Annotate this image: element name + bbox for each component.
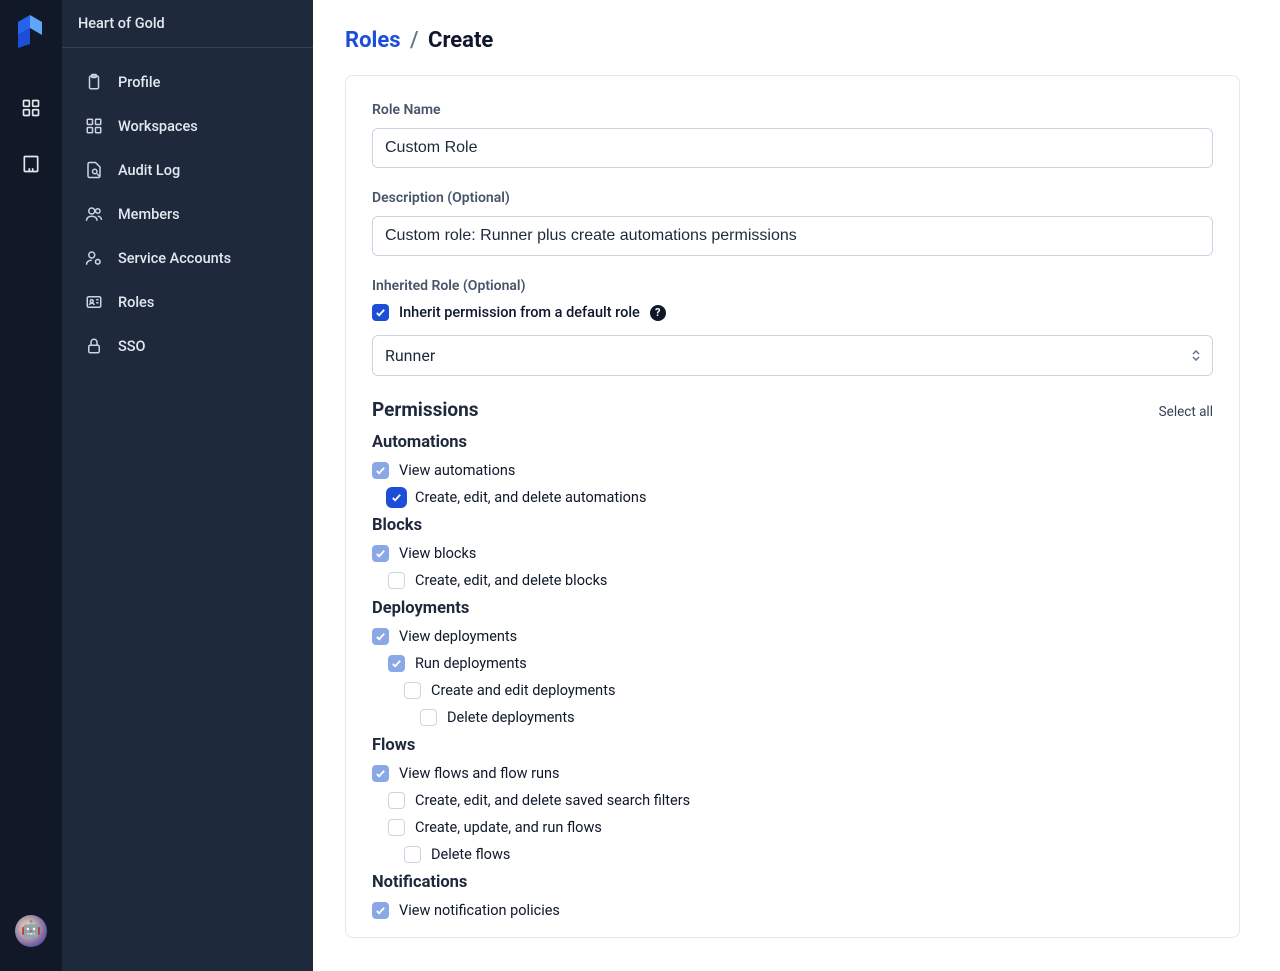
breadcrumb-current: Create	[428, 28, 493, 53]
sidebar-item-roles[interactable]: Roles	[62, 280, 313, 324]
app-logo[interactable]	[16, 14, 46, 54]
perm-checkbox[interactable]	[388, 655, 405, 672]
sidebar-item-label: Audit Log	[118, 162, 180, 179]
perm-checkbox[interactable]	[388, 819, 405, 836]
perm-checkbox[interactable]	[372, 765, 389, 782]
permissions-groups: Automations View automations Create, edit,…	[372, 433, 1213, 919]
perm-group-title: Blocks	[372, 516, 1213, 535]
sidebar: Heart of Gold Profile Workspaces Audit Log…	[62, 0, 313, 971]
perm-checkbox[interactable]	[404, 682, 421, 699]
select-caret-icon	[1192, 350, 1200, 361]
form-card: Role Name Description (Optional) Inherit…	[345, 75, 1240, 938]
inherited-role-value: Runner	[385, 346, 435, 365]
sidebar-item-profile[interactable]: Profile	[62, 60, 313, 104]
perm-item: Create, edit, and delete blocks	[372, 572, 1213, 589]
lock-icon	[84, 336, 104, 356]
user-avatar[interactable]	[15, 915, 47, 947]
sidebar-item-workspaces[interactable]: Workspaces	[62, 104, 313, 148]
perm-label: View flows and flow runs	[399, 765, 559, 782]
perm-checkbox[interactable]	[388, 572, 405, 589]
perm-label: View automations	[399, 462, 515, 479]
help-icon[interactable]: ?	[650, 305, 666, 321]
permissions-title: Permissions	[372, 398, 479, 421]
perm-label: View notification policies	[399, 902, 560, 919]
sidebar-list: Profile Workspaces Audit Log Members Service…	[62, 48, 313, 380]
perm-checkbox[interactable]	[372, 628, 389, 645]
select-all-link[interactable]: Select all	[1159, 404, 1213, 420]
sidebar-item-audit-log[interactable]: Audit Log	[62, 148, 313, 192]
description-input[interactable]	[372, 216, 1213, 256]
perm-checkbox[interactable]	[372, 545, 389, 562]
inherit-checkbox[interactable]	[372, 304, 389, 321]
perm-label: Create and edit deployments	[431, 682, 615, 699]
nav-rail	[0, 0, 62, 971]
perm-group-title: Deployments	[372, 599, 1213, 618]
sidebar-item-sso[interactable]: SSO	[62, 324, 313, 368]
sidebar-item-members[interactable]: Members	[62, 192, 313, 236]
perm-item: View blocks	[372, 545, 1213, 562]
description-label: Description (Optional)	[372, 190, 1213, 206]
perm-label: Create, edit, and delete saved search fi…	[415, 792, 690, 809]
inherit-checkbox-label: Inherit permission from a default role	[399, 304, 640, 321]
perm-item: View automations	[372, 462, 1213, 479]
perm-label: Create, edit, and delete automations	[415, 489, 646, 506]
perm-item: View deployments	[372, 628, 1213, 645]
sidebar-item-label: Service Accounts	[118, 250, 231, 267]
perm-checkbox[interactable]	[372, 462, 389, 479]
perm-checkbox[interactable]	[420, 709, 437, 726]
perm-label: Delete deployments	[447, 709, 575, 726]
sidebar-item-service-accounts[interactable]: Service Accounts	[62, 236, 313, 280]
clipboard-icon	[84, 72, 104, 92]
role-name-input[interactable]	[372, 128, 1213, 168]
rail-organization-icon[interactable]	[13, 146, 49, 182]
perm-item: Create and edit deployments	[372, 682, 1213, 699]
sidebar-item-label: Workspaces	[118, 118, 198, 135]
perm-checkbox[interactable]	[404, 846, 421, 863]
workspace-name[interactable]: Heart of Gold	[62, 0, 313, 48]
inherited-role-select[interactable]: Runner	[372, 335, 1213, 376]
perm-label: View deployments	[399, 628, 517, 645]
gear-user-icon	[84, 248, 104, 268]
permissions-header: Permissions Select all	[372, 398, 1213, 421]
sidebar-item-label: Roles	[118, 294, 154, 311]
sidebar-item-label: Profile	[118, 74, 160, 91]
perm-checkbox[interactable]	[388, 489, 405, 506]
breadcrumb-separator: /	[410, 28, 419, 53]
perm-item: Run deployments	[372, 655, 1213, 672]
rail-workspaces-icon[interactable]	[13, 90, 49, 126]
perm-item: View flows and flow runs	[372, 765, 1213, 782]
perm-item: View notification policies	[372, 902, 1213, 919]
perm-label: View blocks	[399, 545, 476, 562]
breadcrumb: Roles / Create	[345, 28, 1240, 53]
perm-group-title: Automations	[372, 433, 1213, 452]
perm-item: Create, edit, and delete saved search fi…	[372, 792, 1213, 809]
sidebar-item-label: SSO	[118, 338, 146, 355]
perm-checkbox[interactable]	[388, 792, 405, 809]
inherited-role-label: Inherited Role (Optional)	[372, 278, 1213, 294]
perm-item: Delete flows	[372, 846, 1213, 863]
breadcrumb-parent-link[interactable]: Roles	[345, 28, 401, 53]
perm-label: Create, edit, and delete blocks	[415, 572, 607, 589]
audit-icon	[84, 160, 104, 180]
perm-label: Run deployments	[415, 655, 527, 672]
perm-item: Delete deployments	[372, 709, 1213, 726]
perm-group-title: Notifications	[372, 873, 1213, 892]
role-name-label: Role Name	[372, 102, 1213, 118]
perm-label: Create, update, and run flows	[415, 819, 602, 836]
users-icon	[84, 204, 104, 224]
perm-group-title: Flows	[372, 736, 1213, 755]
main-content: Roles / Create Role Name Description (Op…	[313, 0, 1280, 971]
inherit-checkbox-row: Inherit permission from a default role ?	[372, 304, 1213, 321]
perm-item: Create, update, and run flows	[372, 819, 1213, 836]
id-card-icon	[84, 292, 104, 312]
perm-label: Delete flows	[431, 846, 510, 863]
sidebar-item-label: Members	[118, 206, 180, 223]
perm-checkbox[interactable]	[372, 902, 389, 919]
perm-item: Create, edit, and delete automations	[372, 489, 1213, 506]
grid-icon	[84, 116, 104, 136]
